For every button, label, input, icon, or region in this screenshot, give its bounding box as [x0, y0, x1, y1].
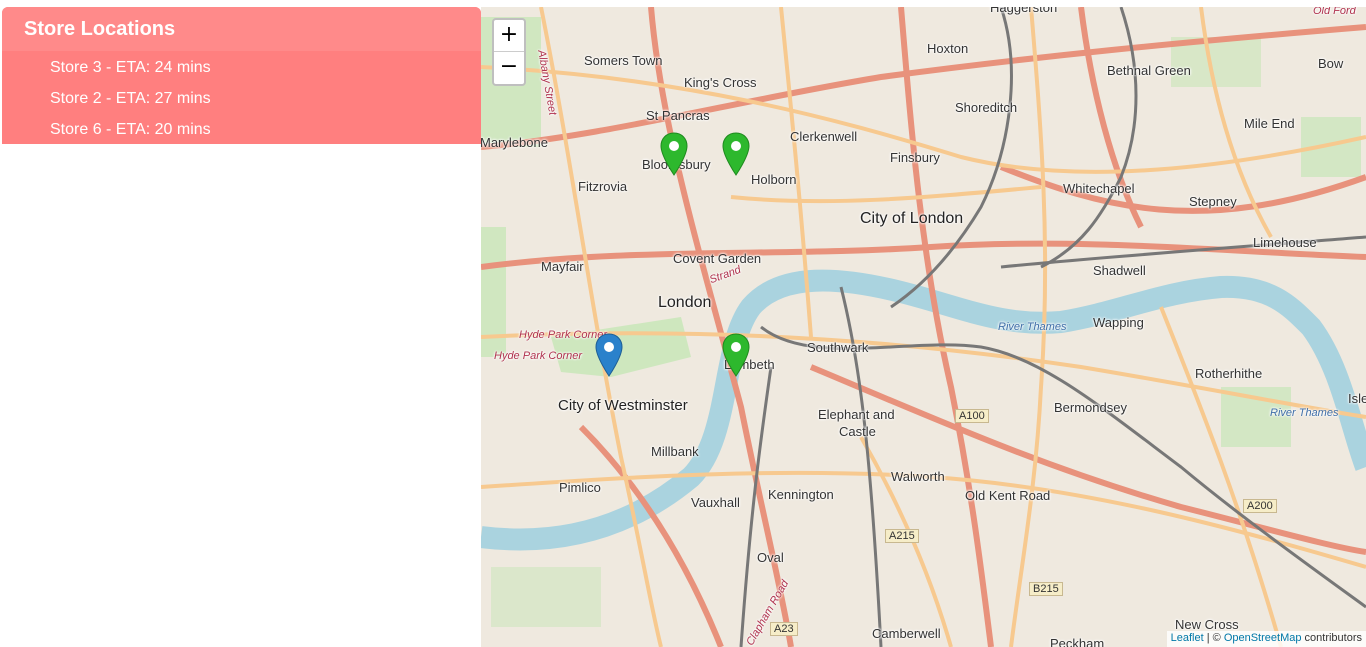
map-tiles [481, 7, 1366, 647]
map-label-old-ford: Old Ford [1313, 7, 1356, 17]
zoom-control: + − [492, 18, 526, 86]
app-root: Store Locations Store 3 - ETA: 24 mins S… [0, 0, 1366, 647]
map-label-haggerston: Haggerston [990, 7, 1058, 15]
map[interactable]: Haggerston Old Ford Hoxton Somers Town K… [481, 7, 1366, 647]
road-shield-a215: A215 [885, 529, 919, 543]
map-label-millbank: Millbank [651, 444, 699, 459]
map-label-bethnal-green: Bethnal Green [1107, 63, 1191, 78]
map-label-mayfair: Mayfair [541, 259, 584, 274]
map-label-elephant-and: Elephant and [818, 407, 895, 422]
map-attribution: Leaflet | © OpenStreetMap contributors [1166, 631, 1366, 647]
map-label-marylebone: Marylebone [481, 135, 548, 150]
map-label-walworth: Walworth [891, 469, 945, 484]
map-label-new-cross: New Cross [1175, 617, 1239, 632]
map-label-shadwell: Shadwell [1093, 263, 1146, 278]
road-shield-a200: A200 [1243, 499, 1277, 513]
map-label-covent-garden: Covent Garden [673, 251, 762, 266]
map-label-wapping: Wapping [1093, 315, 1144, 330]
zoom-in-button[interactable]: + [494, 20, 524, 52]
map-label-rotherhithe: Rotherhithe [1195, 366, 1263, 381]
panel-title: Store Locations [2, 7, 481, 51]
map-label-city-of-westminster: City of Westminster [558, 397, 688, 414]
store-marker[interactable] [722, 132, 750, 176]
store-list-item[interactable]: Store 2 - ETA: 27 mins [50, 88, 211, 119]
map-label-camberwell: Camberwell [872, 626, 941, 641]
map-label-somers-town: Somers Town [584, 53, 663, 68]
map-label-southwark: Southwark [807, 340, 869, 355]
map-label-castle: Castle [839, 424, 876, 439]
map-label-whitechapel: Whitechapel [1063, 181, 1135, 196]
map-label-peckham: Peckham [1050, 636, 1105, 647]
road-shield-a23: A23 [770, 622, 798, 636]
map-label-hyde-park-corner: Hyde Park Corner [519, 329, 608, 341]
openstreetmap-link[interactable]: OpenStreetMap [1224, 632, 1302, 644]
map-label-clerkenwell: Clerkenwell [790, 129, 858, 144]
map-label-finsbury: Finsbury [890, 150, 940, 165]
map-label-city-of-london: City of London [860, 210, 964, 227]
road-shield-b215: B215 [1029, 582, 1063, 596]
store-list: Store 3 - ETA: 24 mins Store 2 - ETA: 27… [50, 57, 211, 150]
store-marker[interactable] [722, 333, 750, 377]
map-label-kennington: Kennington [768, 487, 834, 502]
zoom-out-button[interactable]: − [494, 52, 524, 84]
leaflet-link[interactable]: Leaflet [1171, 632, 1204, 644]
map-label-london: London [658, 294, 712, 311]
map-label-stepney: Stepney [1189, 194, 1237, 209]
map-label-kings-cross: King's Cross [684, 75, 757, 90]
map-label-river-thames: River Thames [998, 321, 1067, 333]
map-label-shoreditch: Shoreditch [955, 100, 1018, 115]
map-label-bermondsey: Bermondsey [1054, 400, 1127, 415]
map-label-mile-end: Mile End [1244, 116, 1295, 131]
map-label-oval: Oval [757, 550, 784, 565]
user-location-marker[interactable] [595, 333, 623, 377]
map-label-limehouse: Limehouse [1253, 235, 1317, 250]
map-label-st-pancras: St Pancras [646, 108, 710, 123]
map-label-isle: Isle [1348, 391, 1366, 406]
store-locations-panel: Store Locations Store 3 - ETA: 24 mins S… [2, 7, 481, 144]
road-shield-a100: A100 [955, 409, 989, 423]
map-label-vauxhall: Vauxhall [691, 495, 740, 510]
attribution-suffix: contributors [1301, 632, 1362, 644]
map-label-old-kent-road: Old Kent Road [965, 488, 1051, 503]
map-label-fitzrovia: Fitzrovia [578, 179, 628, 194]
map-label-river-thames: River Thames [1270, 407, 1339, 419]
map-label-hyde-park-corner: Hyde Park Corner [494, 350, 583, 362]
map-label-holborn: Holborn [751, 172, 797, 187]
store-list-item[interactable]: Store 3 - ETA: 24 mins [50, 57, 211, 88]
store-list-item[interactable]: Store 6 - ETA: 20 mins [50, 119, 211, 150]
map-label-pimlico: Pimlico [559, 480, 601, 495]
store-marker[interactable] [660, 132, 688, 176]
attribution-separator: | © [1203, 632, 1224, 644]
map-label-hoxton: Hoxton [927, 41, 969, 56]
map-label-bow: Bow [1318, 56, 1344, 71]
sidebar: Store Locations Store 3 - ETA: 24 mins S… [0, 0, 481, 647]
